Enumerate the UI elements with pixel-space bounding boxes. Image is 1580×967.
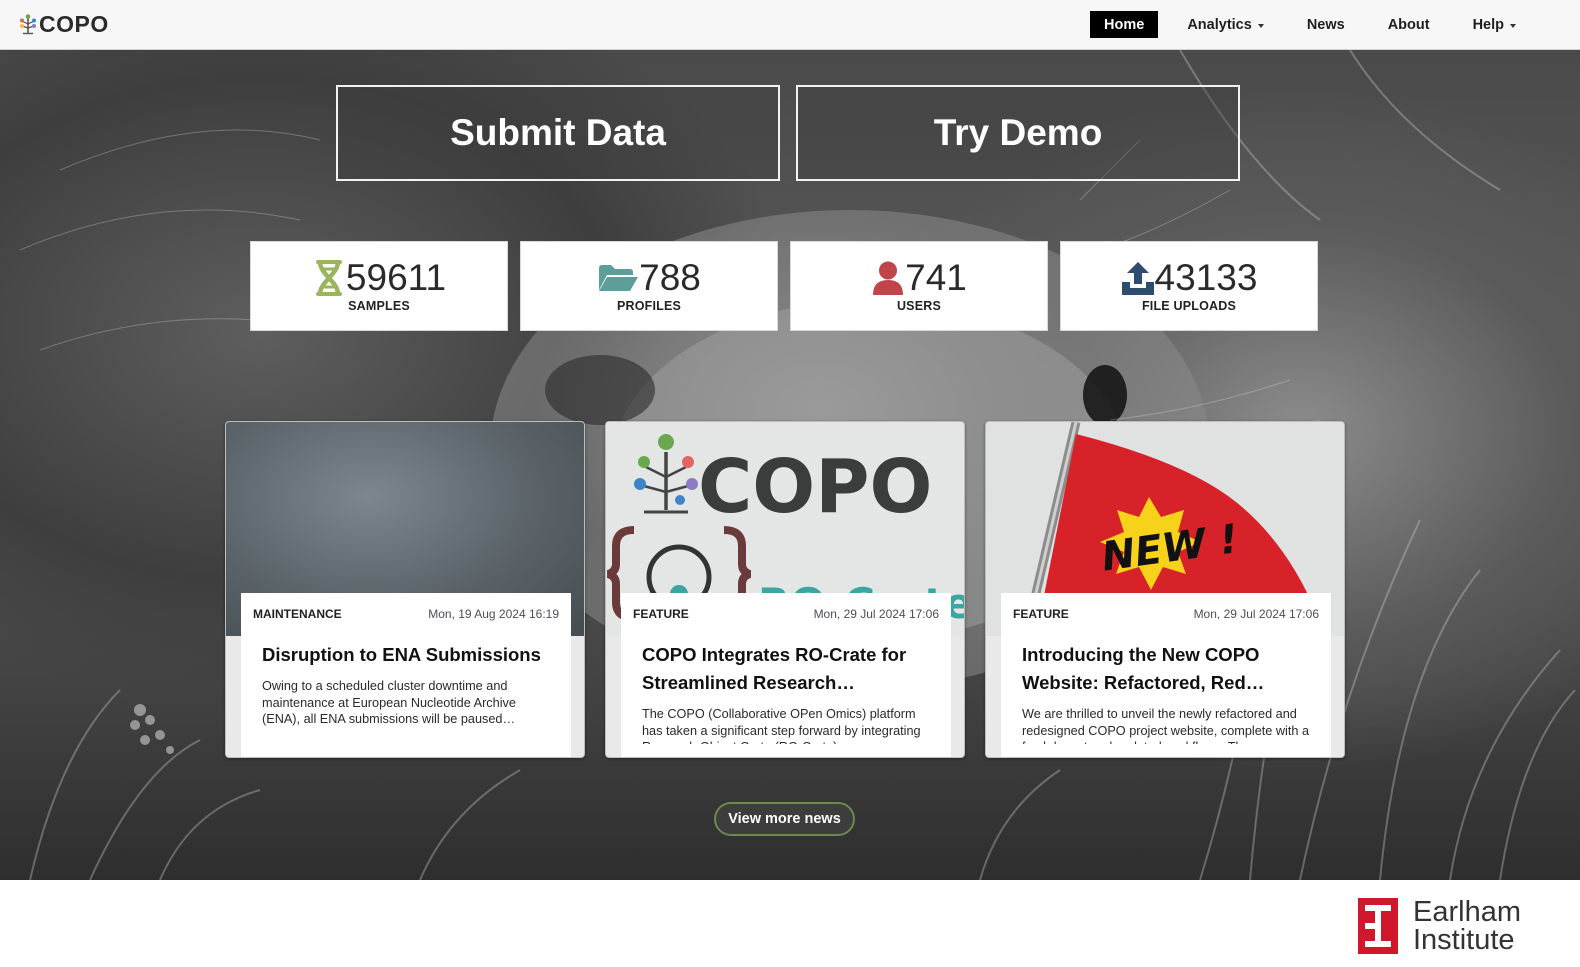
stat-profiles-value: 788 [639, 257, 701, 298]
stat-users-label: USERS [896, 299, 942, 313]
news-date: Mon, 29 Jul 2024 17:06 [1193, 607, 1319, 621]
earlham-logo-line2: Institute [1413, 924, 1515, 956]
folder-open-icon [597, 260, 639, 296]
stat-file-uploads[interactable]: 43133 FILE UPLOADS [1060, 241, 1318, 331]
hero-section: Submit Data Try Demo 59611 SAMPLES 788 P… [0, 50, 1580, 880]
brand-logo[interactable]: COPO [18, 9, 109, 39]
view-more-news-button[interactable]: View more news [714, 802, 855, 836]
try-demo-button[interactable]: Try Demo [796, 85, 1240, 181]
nav-about[interactable]: About [1374, 11, 1444, 38]
caret-down-icon [1510, 23, 1516, 28]
earlham-mark-icon [1358, 898, 1398, 954]
news-card[interactable]: MAINTENANCE Mon, 19 Aug 2024 16:19 Disru… [225, 421, 585, 758]
nav-home-label: Home [1104, 16, 1145, 33]
brand-name: COPO [39, 10, 109, 37]
nav-help-label: Help [1472, 16, 1504, 33]
nav-analytics[interactable]: Analytics [1173, 11, 1277, 38]
news-category: MAINTENANCE [253, 607, 342, 621]
earlham-institute-logo[interactable]: Earlham Institute [1358, 896, 1521, 956]
top-navbar: COPO Home Analytics News About Help [0, 0, 1580, 50]
upload-icon [1121, 260, 1155, 296]
news-summary: The COPO (Collaborative OPen Omics) plat… [642, 707, 921, 744]
news-title[interactable]: Disruption to ENA Submissions [262, 641, 554, 669]
stat-file-uploads-label: FILE UPLOADS [1141, 299, 1237, 313]
earlham-logo-text: Earlham Institute [1413, 896, 1521, 956]
stat-users[interactable]: 741 USERS [790, 241, 1048, 331]
stat-samples[interactable]: 59611 SAMPLES [250, 241, 508, 331]
nav-analytics-label: Analytics [1187, 16, 1252, 33]
news-card-body: MAINTENANCE Mon, 19 Aug 2024 16:19 Disru… [241, 593, 571, 757]
news-summary: We are thrilled to unveil the newly refa… [1022, 707, 1310, 744]
stat-file-uploads-value: 43133 [1154, 257, 1258, 298]
news-category: FEATURE [1013, 607, 1069, 621]
news-card-body: FEATURE Mon, 29 Jul 2024 17:06 Introduci… [1001, 593, 1331, 757]
stat-profiles-label: PROFILES [616, 299, 682, 313]
news-date: Mon, 29 Jul 2024 17:06 [813, 607, 939, 621]
stat-profiles[interactable]: 788 PROFILES [520, 241, 778, 331]
caret-down-icon [1257, 23, 1264, 28]
news-title[interactable]: COPO Integrates RO-Crate for Streamlined… [642, 641, 934, 697]
news-date: Mon, 19 Aug 2024 16:19 [428, 607, 559, 621]
stat-users-value: 741 [905, 257, 967, 298]
news-category: FEATURE [633, 607, 689, 621]
news-summary: Owing to a scheduled cluster downtime an… [262, 679, 516, 726]
user-icon [871, 260, 905, 296]
copo-image-text: COPO [698, 444, 932, 530]
news-card-body: FEATURE Mon, 29 Jul 2024 17:06 COPO Inte… [621, 593, 951, 757]
stat-samples-label: SAMPLES [348, 299, 410, 313]
stat-samples-value: 59611 [345, 257, 447, 298]
nav-about-label: About [1387, 16, 1430, 33]
main-nav: Home Analytics News About Help [1075, 11, 1530, 38]
news-title[interactable]: Introducing the New COPO Website: Refact… [1022, 641, 1314, 697]
nav-home[interactable]: Home [1090, 11, 1159, 38]
footer: Earlham Institute [0, 880, 1580, 967]
dna-icon [312, 260, 346, 296]
nav-news-label: News [1306, 16, 1345, 33]
news-card[interactable]: COPO RO-Crate FEATURE Mon, 29 Jul 2024 1… [605, 421, 965, 758]
nav-news[interactable]: News [1293, 11, 1359, 38]
nav-help[interactable]: Help [1459, 11, 1530, 38]
earlham-logo-line1: Earlham [1413, 896, 1521, 928]
submit-data-button[interactable]: Submit Data [336, 85, 780, 181]
copo-tree-icon [20, 14, 36, 35]
news-card[interactable]: NEW ! FEATURE Mon, 29 Jul 2024 17:06 Int… [985, 421, 1345, 758]
